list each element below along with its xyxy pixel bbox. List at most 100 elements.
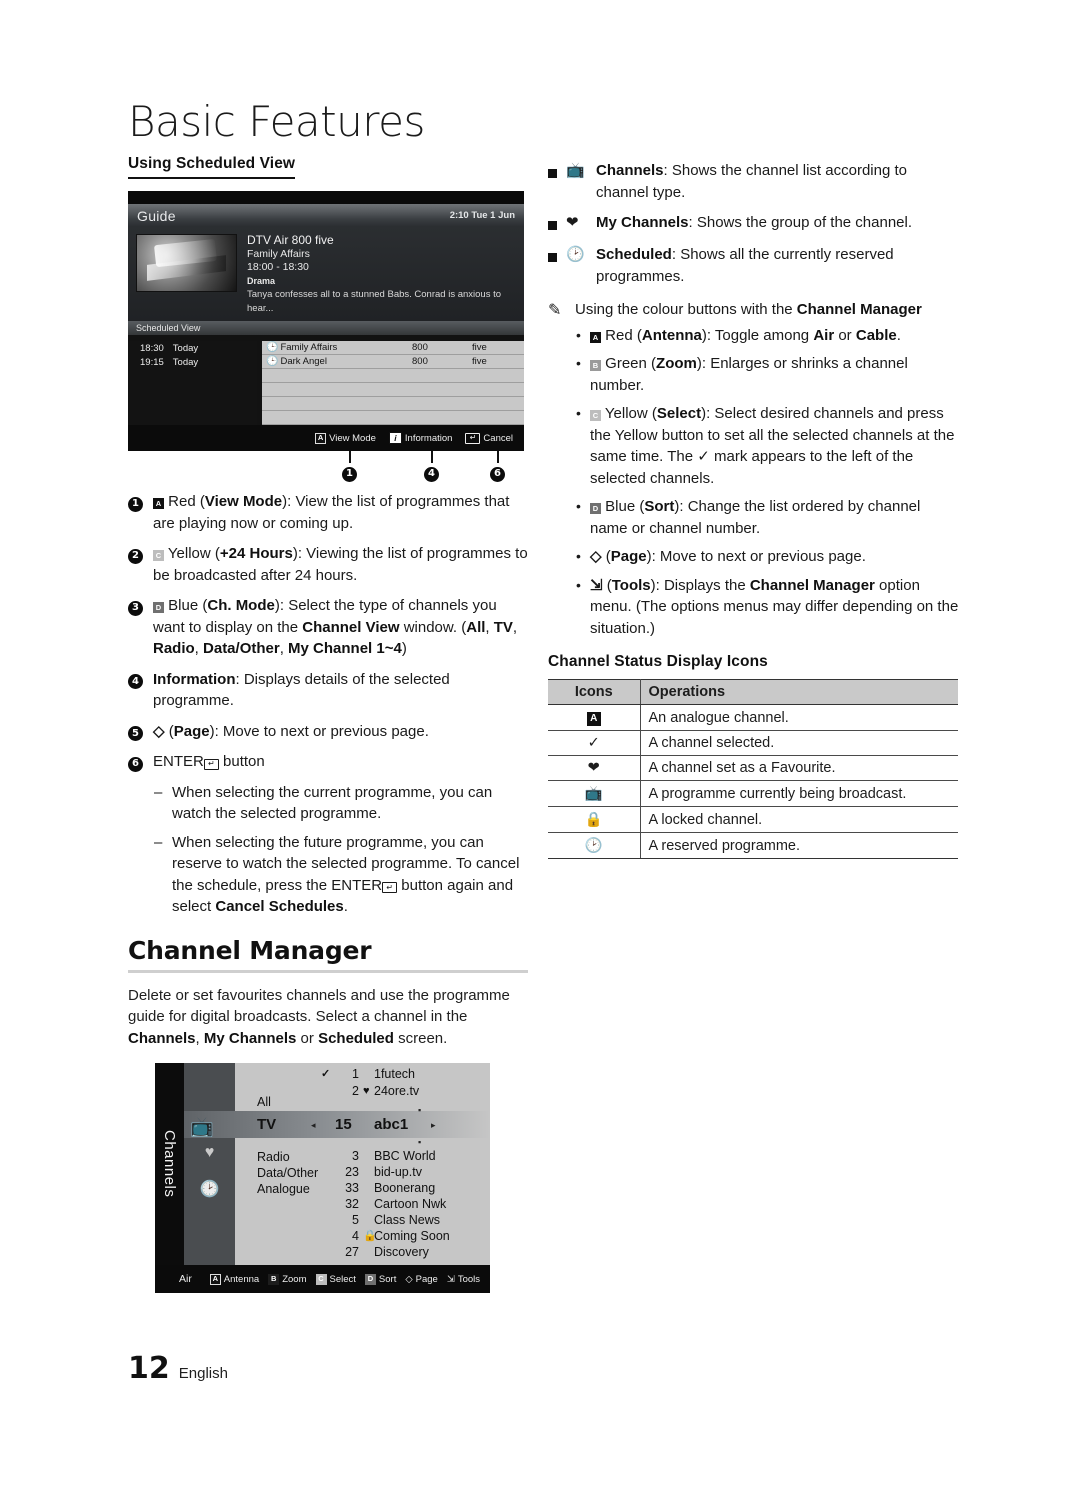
dash-list: – When selecting the current programme, … (154, 782, 528, 918)
lock-icon: 🔒 (548, 806, 641, 833)
cm-button-antenna[interactable]: A Antenna (209, 1273, 259, 1285)
guide-button-view-mode[interactable]: A View Mode (315, 432, 376, 444)
bullet-dot: • (576, 326, 581, 343)
programme-time: 18:00 - 18:30 (247, 261, 309, 273)
channel-name[interactable]: BBC World (374, 1149, 436, 1163)
manual-page: Basic Features Using Scheduled View Guid… (0, 0, 1080, 1494)
tools-icon: ⇲ (590, 576, 603, 594)
schedule-time-cell (128, 383, 257, 397)
item-text: ◇ (Page): Move to next or previous page. (153, 721, 528, 743)
channels-icon: 📺 (190, 1117, 214, 1138)
cm-button-select[interactable]: C Select (315, 1273, 356, 1285)
list-item-5: 5 ◇ (Page): Move to next or previous pag… (128, 721, 528, 743)
item-body: Yellow (+24 Hours): Viewing the list of … (153, 545, 528, 584)
channel-manager-section: Channel Manager Delete or set favourites… (128, 935, 528, 1293)
schedule-detail-cell (262, 383, 524, 397)
callout-1: 1 (342, 451, 357, 482)
category-all[interactable]: All (257, 1095, 271, 1109)
table-row[interactable]: 18:30 Today 🕒 Family Affairs 800 five (128, 341, 524, 355)
table-row[interactable] (128, 397, 524, 411)
cm-button-sort[interactable]: D Sort (364, 1273, 396, 1285)
channel-name[interactable]: Coming Soon (374, 1229, 450, 1243)
channel-manager-body: Channels 📺 ♥ 🕑 📺 All TV (155, 1063, 490, 1265)
green-key-icon: B (268, 1273, 280, 1285)
guide-top-strip (128, 191, 524, 204)
channel-list-area: 📺 All TV Radio Data/Other Analogue ◂ ▪ ▪… (184, 1063, 490, 1265)
scroll-up-indicator: ▪ (418, 1105, 422, 1115)
antenna-source-label: Air (179, 1273, 192, 1285)
channel-name[interactable]: Class News (374, 1213, 440, 1227)
channel-name[interactable]: Discovery (374, 1245, 429, 1259)
dash-text: When selecting the future programme, you… (172, 833, 520, 916)
green-key-icon: B (590, 360, 601, 372)
category-analogue[interactable]: Analogue (257, 1182, 310, 1196)
channel-name[interactable]: Cartoon Nwk (374, 1197, 446, 1211)
table-row[interactable]: 19:15 Today 🕒 Dark Angel 800 five (128, 355, 524, 369)
heart-icon[interactable]: ♥ (205, 1144, 215, 1162)
bullet-select: • C Yellow (Select): Select desired chan… (576, 403, 960, 489)
callout-stem (430, 451, 433, 463)
clock-icon[interactable]: 🕑 (200, 1179, 220, 1199)
channel-number: 27 (345, 1245, 359, 1259)
analogue-icon: A (548, 704, 641, 731)
channel-manager-icon-column: 📺 ♥ 🕑 (184, 1063, 235, 1265)
channel-name[interactable]: bid-up.tv (374, 1165, 422, 1179)
callout-6: 6 (490, 451, 505, 482)
category-radio[interactable]: Radio (257, 1150, 290, 1164)
programme-thumbnail (136, 234, 237, 292)
square-item-my-channels: ❤ My Channels: Shows the group of the ch… (548, 212, 960, 235)
page-updown-icon: ◇ (405, 1273, 413, 1285)
cm-button-zoom[interactable]: B Zoom (268, 1273, 307, 1285)
cm-button-tools[interactable]: ⇲ Tools (447, 1274, 480, 1285)
list-item-6: 6 ENTER ↵ button (128, 751, 528, 773)
page-language: English (178, 1365, 228, 1382)
item-number: 3 (128, 595, 144, 660)
item-number: 6 (128, 751, 144, 773)
subheading-using-scheduled-view: Using Scheduled View (128, 155, 296, 179)
table-row: 🕑 A reserved programme. (548, 832, 958, 859)
bullet-page: • ◇ (Page): Move to next or previous pag… (576, 546, 960, 568)
table-row[interactable] (128, 411, 524, 425)
category-tv[interactable]: TV (257, 1116, 276, 1133)
square-bullet (548, 212, 566, 235)
channel-number: 3 (352, 1149, 359, 1163)
operation-text: A locked channel. (640, 806, 958, 833)
channel-status-icons-table: Icons Operations A An analogue channel. … (548, 679, 958, 859)
item-text: ENTER ↵ button (153, 751, 528, 773)
schedule-programme: 🕒 Dark Angel (266, 356, 327, 367)
table-row: 📺 A programme currently being broadcast. (548, 780, 958, 807)
callout-4: 4 (424, 451, 439, 482)
guide-button-information[interactable]: i Information (388, 432, 452, 444)
channel-name[interactable]: 1futech (374, 1067, 415, 1081)
table-row[interactable] (128, 383, 524, 397)
schedule-programme: 🕒 Family Affairs (266, 342, 338, 353)
channel-name-selected[interactable]: abc1 (374, 1116, 408, 1133)
programme-description: Tanya confesses all to a stunned Babs. C… (247, 289, 502, 314)
bullet-tools: • ⇲ (Tools): Displays the Channel Manage… (576, 575, 960, 640)
dash-text: When selecting the current programme, yo… (172, 783, 493, 823)
category-dataother[interactable]: Data/Other (257, 1166, 318, 1180)
guide-button-cancel[interactable]: ↵ Cancel (465, 432, 513, 444)
item-text: Information: Displays details of the sel… (153, 669, 528, 712)
list-item-3: 3 D Blue (Ch. Mode): Select the type of … (128, 595, 528, 660)
schedule-time-cell: 19:15 Today (128, 355, 257, 369)
chevron-right-icon: ▸ (431, 1120, 436, 1130)
channels-tab[interactable]: Channels (155, 1063, 184, 1265)
item-text: D Blue (Ch. Mode): Select the type of ch… (153, 595, 528, 660)
cm-button-page[interactable]: ◇ Page (405, 1274, 438, 1285)
item-body: (Page): Move to next or previous page. (168, 722, 429, 740)
section-rule (128, 969, 528, 973)
schedule-day: Today (172, 356, 199, 368)
red-key-icon: A (209, 1273, 221, 1285)
guide-footer-bar: A View Mode i Information ↵ Cancel (128, 425, 524, 451)
section-heading-channel-manager: Channel Manager (128, 935, 372, 965)
channel-name[interactable]: 24ore.tv (374, 1084, 419, 1098)
table-row[interactable] (128, 369, 524, 383)
schedule-channel: five (472, 356, 487, 367)
bullet-text: B Green (Zoom): Enlarges or shrinks a ch… (590, 355, 908, 394)
channel-number: 5 (352, 1213, 359, 1227)
channel-name[interactable]: Boonerang (374, 1181, 435, 1195)
schedule-detail-cell (262, 369, 524, 383)
square-item-text: My Channels: Shows the group of the chan… (596, 214, 913, 231)
right-column: 📺 Channels: Shows the channel list accor… (548, 160, 960, 859)
